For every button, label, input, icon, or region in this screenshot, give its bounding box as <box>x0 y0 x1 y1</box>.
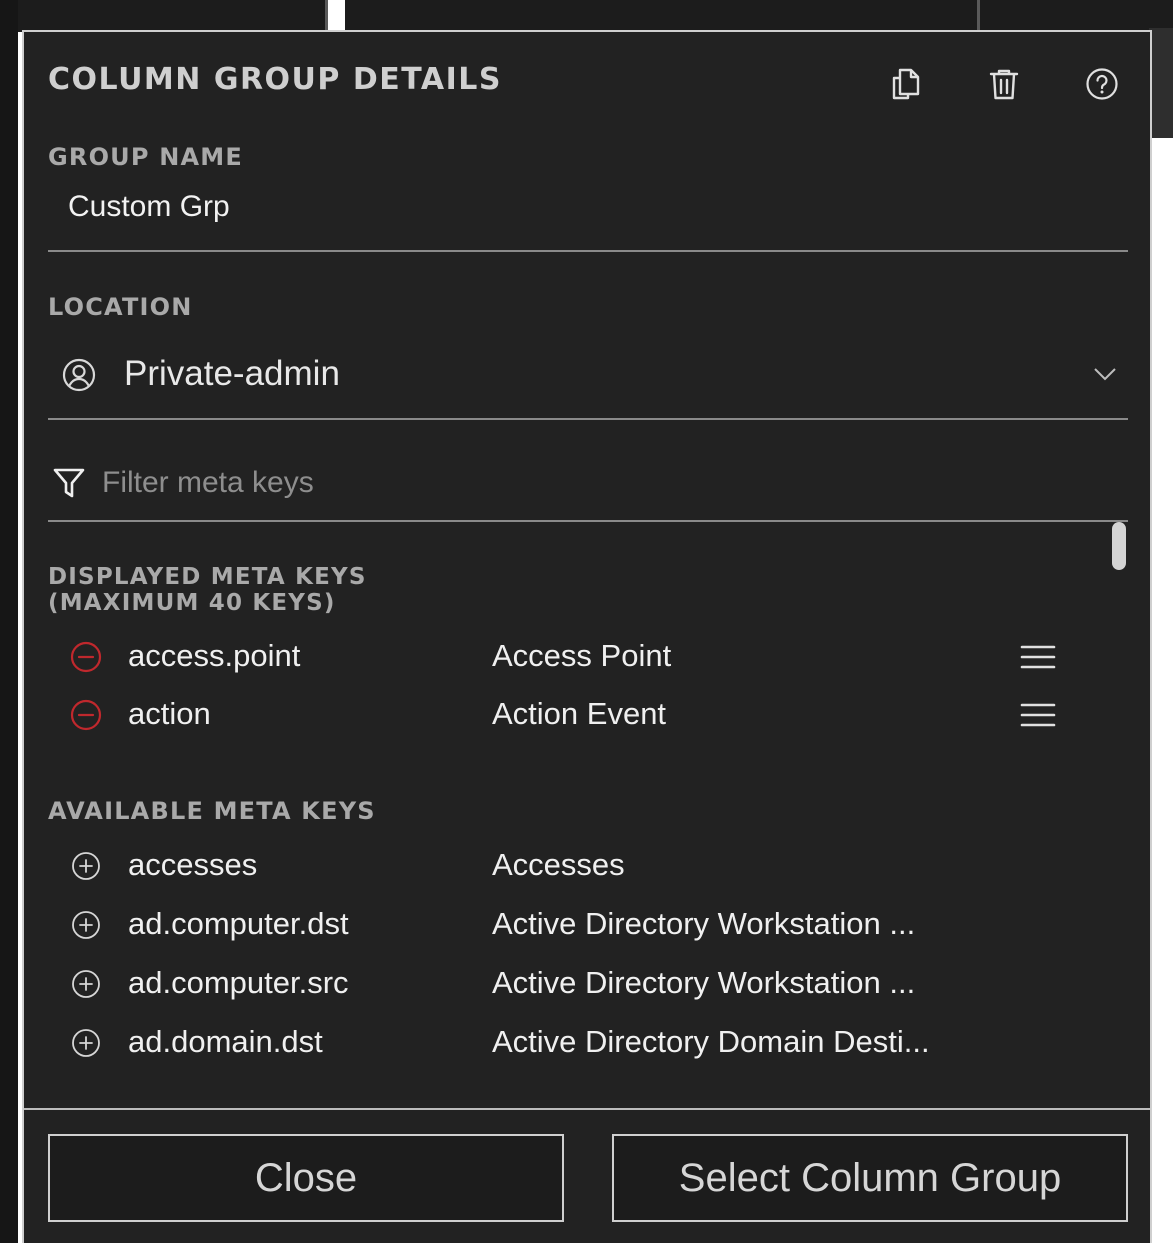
meta-key-name: ad.computer.src <box>128 965 349 1000</box>
toolbar-segment <box>345 0 980 32</box>
displayed-meta-keys-heading: DISPLAYED META KEYS (MAXIMUM 40 KEYS) <box>48 564 367 616</box>
meta-key-description: Accesses <box>492 847 625 882</box>
location-select[interactable]: Private-admin <box>48 328 1128 420</box>
location-label: LOCATION <box>48 293 193 321</box>
displayed-heading-line1: DISPLAYED META KEYS <box>48 564 367 590</box>
close-button[interactable]: Close <box>48 1134 564 1222</box>
toolbar-segment <box>0 0 328 32</box>
add-circle-icon[interactable] <box>70 968 102 1000</box>
meta-key-name: access.point <box>128 638 301 673</box>
meta-key-name: ad.computer.dst <box>128 906 349 941</box>
meta-key-name: ad.domain.dst <box>128 1024 323 1059</box>
available-key-row: accesses Accesses <box>48 842 1058 890</box>
meta-key-description: Access Point <box>492 638 672 673</box>
remove-circle-icon[interactable] <box>70 641 102 673</box>
select-column-group-button[interactable]: Select Column Group <box>612 1134 1128 1222</box>
group-name-label: GROUP NAME <box>48 143 243 171</box>
help-icon[interactable] <box>1082 64 1122 104</box>
meta-key-name: accesses <box>128 847 258 882</box>
add-circle-icon[interactable] <box>70 1027 102 1059</box>
drag-handle-icon[interactable] <box>1018 643 1058 671</box>
remove-circle-icon[interactable] <box>70 699 102 731</box>
filter-icon <box>52 466 86 505</box>
footer-divider <box>24 1108 1150 1110</box>
available-key-row: ad.computer.dst Active Directory Worksta… <box>48 901 1058 949</box>
drag-handle-icon[interactable] <box>1018 701 1058 729</box>
available-meta-keys-heading: AVAILABLE META KEYS <box>48 797 376 825</box>
meta-key-description: Active Directory Workstation ... <box>492 906 916 941</box>
displayed-key-row: access.point Access Point <box>48 633 1058 681</box>
column-group-details-panel: COLUMN GROUP DETAILS GROUP NAME Custom G… <box>22 30 1152 1243</box>
meta-key-description: Active Directory Domain Desti... <box>492 1024 930 1059</box>
displayed-heading-line2: (MAXIMUM 40 KEYS) <box>48 590 336 616</box>
available-key-row: ad.computer.src Active Directory Worksta… <box>48 960 1058 1008</box>
add-circle-icon[interactable] <box>70 850 102 882</box>
filter-placeholder: Filter meta keys <box>102 466 314 499</box>
right-panel-edge <box>1149 28 1173 138</box>
chevron-down-icon <box>1092 366 1118 387</box>
meta-key-description: Active Directory Workstation ... <box>492 965 916 1000</box>
meta-key-description: Action Event <box>492 696 667 731</box>
available-key-row: ad.domain.dst Active Directory Domain De… <box>48 1019 1058 1067</box>
displayed-key-row: action Action Event <box>48 691 1058 739</box>
meta-key-name: action <box>128 696 211 731</box>
copy-icon[interactable] <box>886 64 926 104</box>
panel-title: COLUMN GROUP DETAILS <box>48 62 502 97</box>
group-name-input[interactable]: Custom Grp <box>48 182 1128 252</box>
location-value: Private-admin <box>124 354 340 393</box>
user-circle-icon <box>62 358 96 397</box>
filter-meta-keys-input[interactable]: Filter meta keys <box>48 452 1128 522</box>
left-sidebar-edge <box>0 0 18 1243</box>
trash-icon[interactable] <box>984 64 1024 104</box>
scrollbar-thumb[interactable] <box>1112 522 1126 570</box>
group-name-value: Custom Grp <box>68 190 230 223</box>
add-circle-icon[interactable] <box>70 909 102 941</box>
toolbar-segment <box>980 0 1173 32</box>
